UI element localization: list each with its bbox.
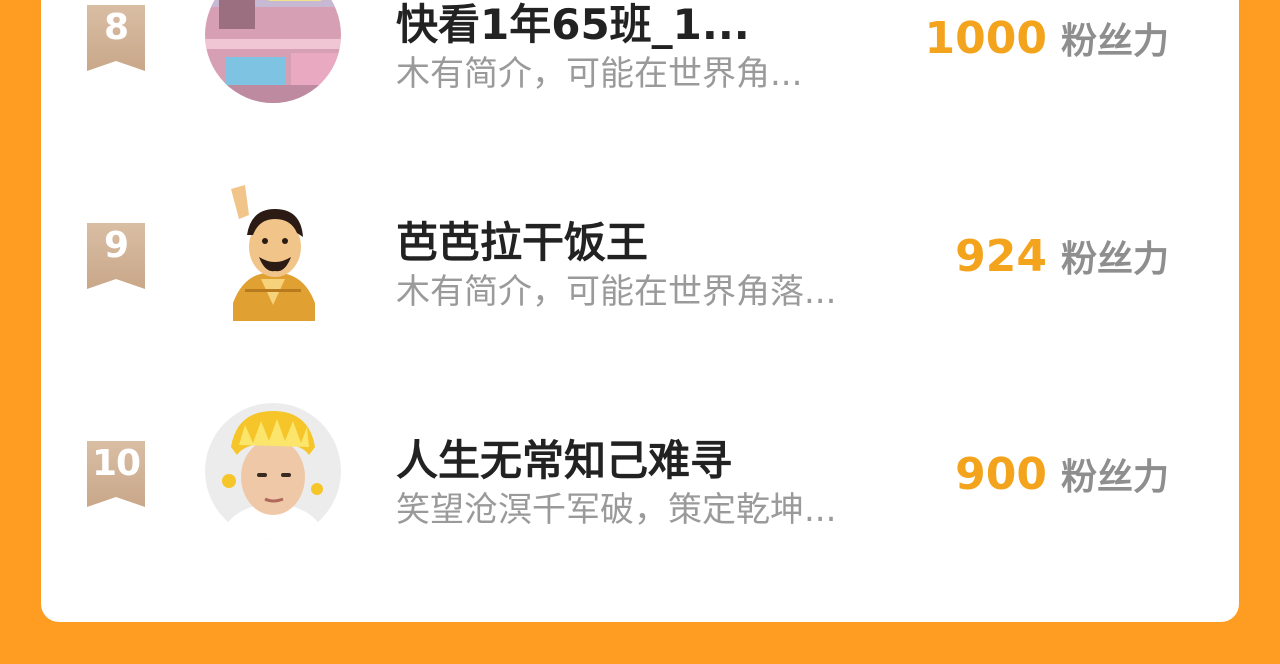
rank-badge: 8 <box>85 5 147 71</box>
fans-unit: 粉丝力 <box>1060 239 1169 280</box>
avatar[interactable] <box>205 185 341 321</box>
rank-number: 8 <box>103 7 129 48</box>
list-item[interactable]: 8 快看1年65班_1... 木有简介，可能在世界角... 1000 粉丝力 <box>41 0 1239 140</box>
avatar[interactable] <box>205 403 341 539</box>
user-bio: 笑望沧溟千军破，策定乾坤... <box>396 490 837 530</box>
fans-value: 924 <box>955 231 1047 282</box>
fans-value: 1000 <box>924 13 1047 64</box>
fans-power: 900 粉丝力 <box>955 448 1169 500</box>
fans-power: 1000 粉丝力 <box>925 12 1169 64</box>
fans-power: 924 粉丝力 <box>955 230 1169 282</box>
user-name[interactable]: 快看1年65班_1... <box>396 0 750 52</box>
fans-unit: 粉丝力 <box>1060 21 1169 62</box>
ranking-card: 8 快看1年65班_1... 木有简介，可能在世界角... 1000 粉丝力 9… <box>41 0 1239 622</box>
fans-value: 900 <box>955 449 1047 500</box>
user-name[interactable]: 人生无常知己难寻 <box>396 427 732 488</box>
anime-bus-avatar-icon <box>205 0 341 103</box>
avatar[interactable] <box>205 0 341 103</box>
list-item[interactable]: 10 人生无常知己难寻 笑望沧溟千军破，策定乾坤... 900 粉丝力 <box>41 396 1239 576</box>
rank-number: 10 <box>91 443 141 484</box>
person-with-hat-avatar-icon <box>205 403 341 539</box>
rank-badge: 9 <box>85 223 147 289</box>
user-name[interactable]: 芭芭拉干饭王 <box>396 209 648 270</box>
rank-number: 9 <box>103 225 129 266</box>
list-item[interactable]: 9 芭芭拉干饭王 木有简介，可能在世界角落... 924 粉丝力 <box>41 178 1239 358</box>
mustache-man-cartoon-avatar-icon <box>205 185 341 321</box>
user-bio: 木有简介，可能在世界角... <box>396 54 803 94</box>
rank-badge: 10 <box>85 441 147 507</box>
user-bio: 木有简介，可能在世界角落... <box>396 272 837 312</box>
fans-unit: 粉丝力 <box>1060 457 1169 498</box>
